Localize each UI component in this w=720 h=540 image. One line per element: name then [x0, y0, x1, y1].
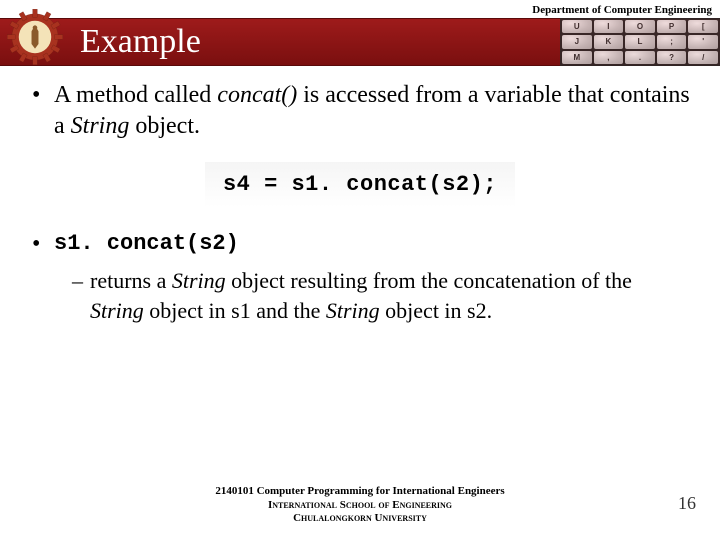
object-type: String	[326, 298, 380, 323]
keyboard-decoration: U I O P [ J K L ; ' M , . ? /	[560, 18, 720, 66]
keyboard-key: K	[594, 35, 624, 48]
keyboard-key: O	[625, 20, 655, 33]
slide-content: A method called concat() is accessed fro…	[30, 80, 690, 326]
slide-footer: 2140101 Computer Programming for Interna…	[0, 485, 720, 526]
keyboard-key: I	[594, 20, 624, 33]
keyboard-key: P	[657, 20, 687, 33]
text-fragment: object.	[129, 113, 200, 139]
slide-title: Example	[80, 23, 201, 61]
footer-university: Chulalongkorn University	[0, 512, 720, 526]
text-fragment: A method called	[54, 82, 217, 108]
page-number: 16	[678, 493, 696, 514]
object-type: String	[90, 298, 144, 323]
keyboard-key: M	[562, 51, 592, 64]
keyboard-key: ?	[657, 51, 687, 64]
footer-school: International School of Engineering	[0, 499, 720, 513]
code-example: s4 = s1. concat(s2);	[205, 162, 515, 207]
keyboard-key: /	[688, 51, 718, 64]
keyboard-key: J	[562, 35, 592, 48]
keyboard-key: ,	[594, 51, 624, 64]
university-gear-logo	[6, 8, 64, 66]
department-label: Department of Computer Engineering	[532, 4, 712, 16]
keyboard-key: .	[625, 51, 655, 64]
text-fragment: returns a	[90, 268, 172, 293]
method-name: concat()	[217, 82, 297, 108]
keyboard-key: U	[562, 20, 592, 33]
object-type: String	[71, 113, 130, 139]
bullet-code: s1. concat(s2)	[30, 231, 690, 256]
keyboard-key: ;	[657, 35, 687, 48]
footer-course: 2140101 Computer Programming for Interna…	[0, 485, 720, 499]
keyboard-key: L	[625, 35, 655, 48]
sub-bullet-explanation: returns a String object resulting from t…	[30, 266, 690, 325]
keyboard-key: [	[688, 20, 718, 33]
keyboard-key: '	[688, 35, 718, 48]
text-fragment: object in s1 and the	[144, 298, 326, 323]
text-fragment: object resulting from the concatenation …	[226, 268, 632, 293]
text-fragment: object in s2.	[380, 298, 492, 323]
bullet-main: A method called concat() is accessed fro…	[30, 80, 690, 142]
object-type: String	[172, 268, 226, 293]
